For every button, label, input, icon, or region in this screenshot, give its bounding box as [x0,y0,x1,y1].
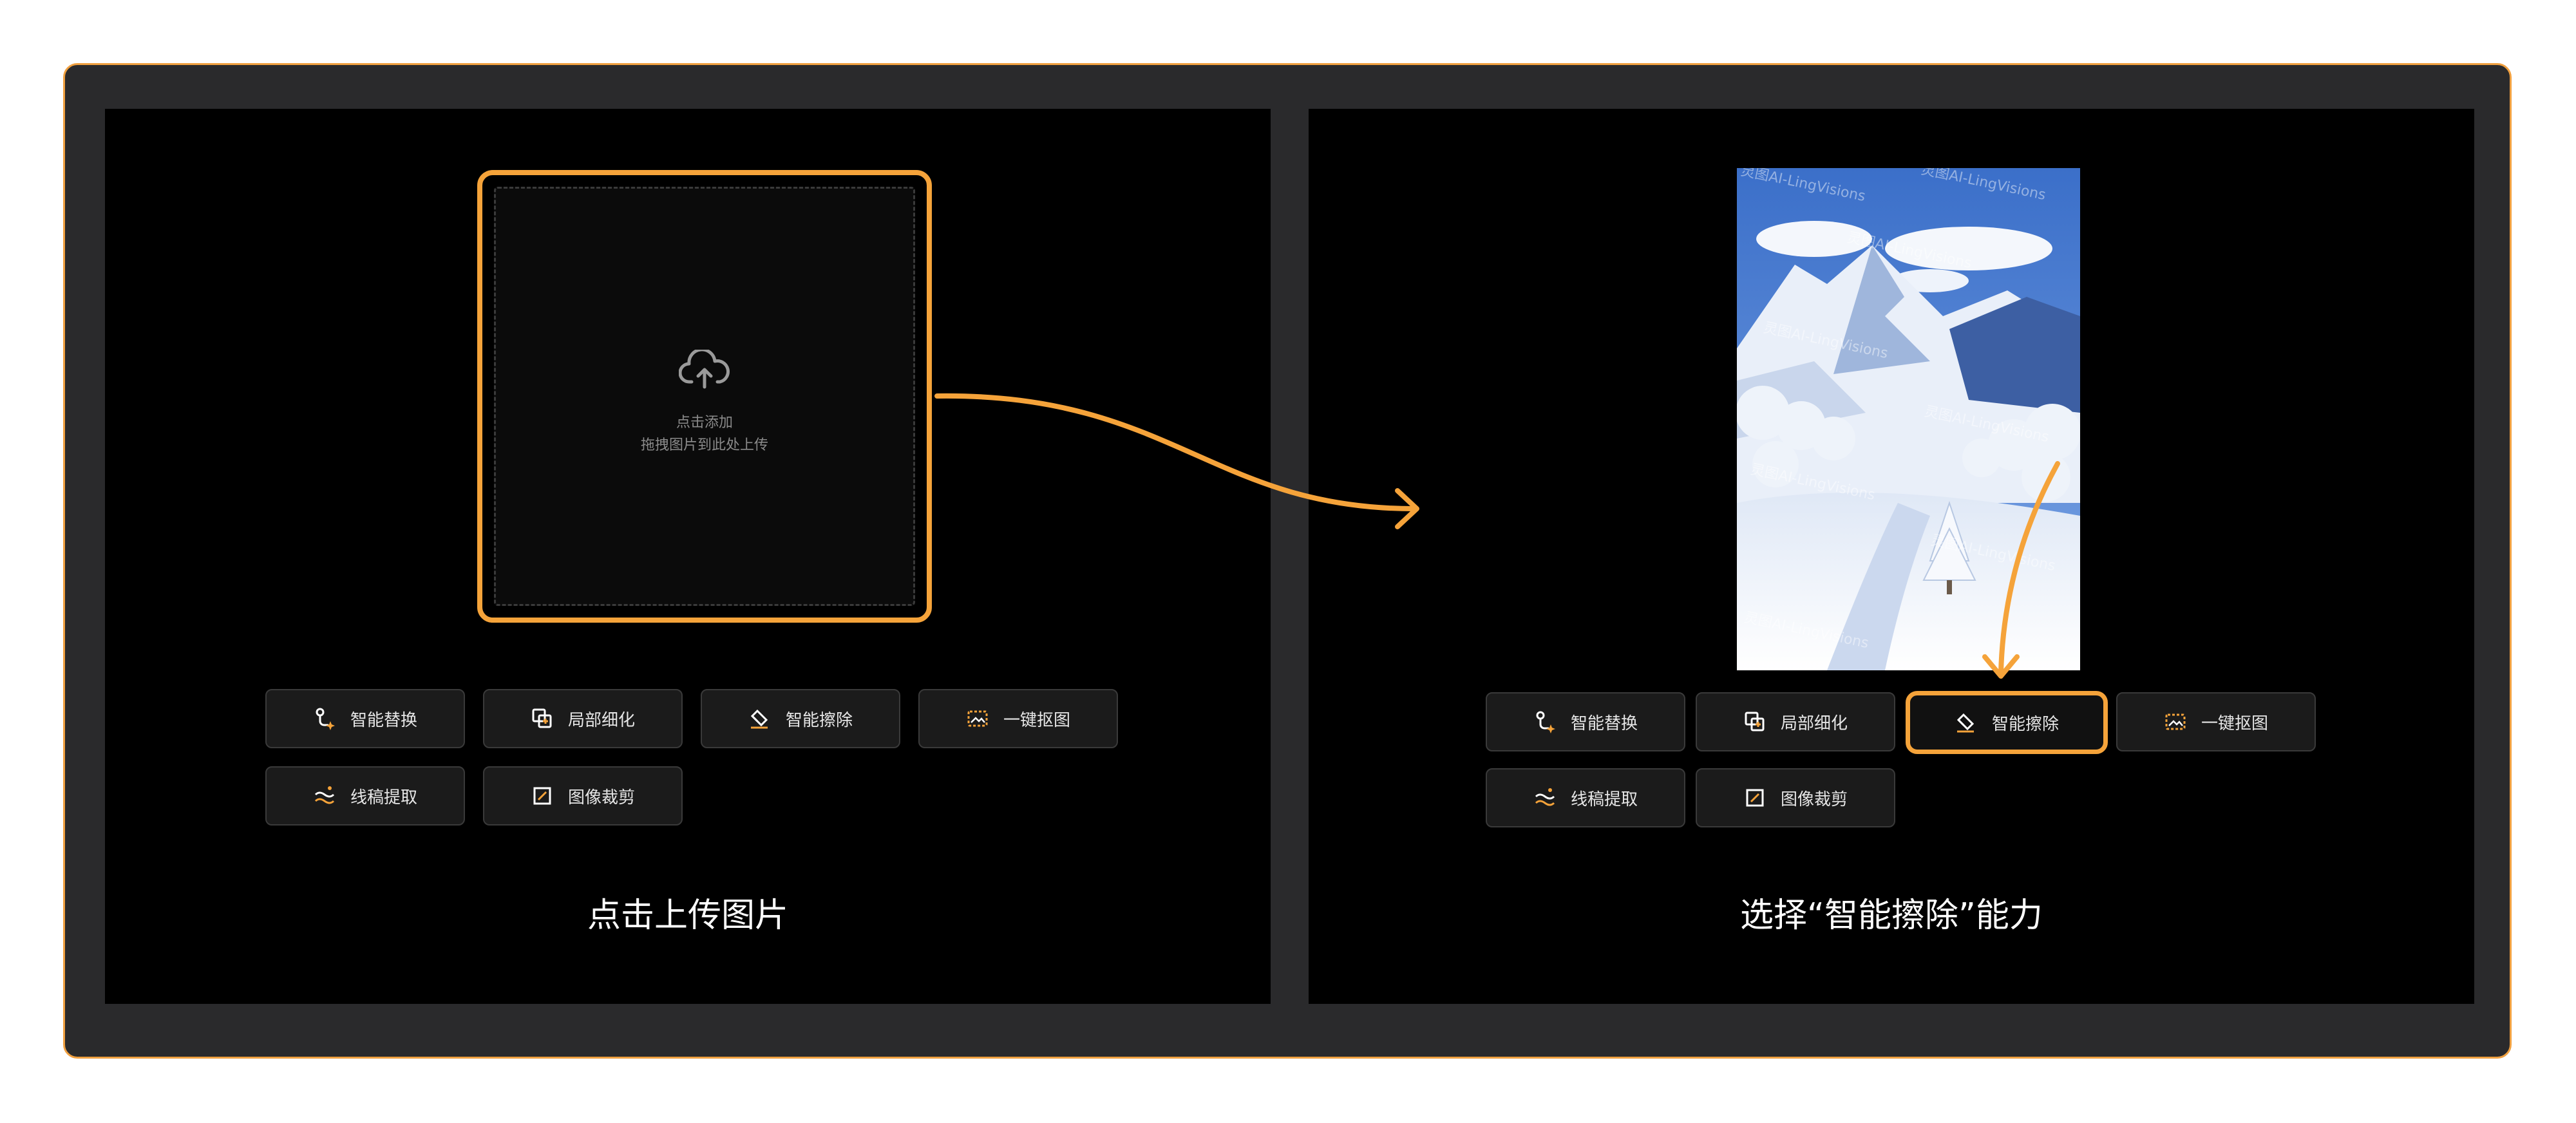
tool-label: 智能擦除 [785,710,853,730]
tool-smart-replace[interactable]: 智能替换 [265,689,465,748]
tool-label: 图像裁剪 [1780,789,1848,809]
local-refine-icon [1745,712,1765,731]
left-caption: 点击上传图片 [587,896,788,935]
tool-label: 线稿提取 [1570,789,1638,809]
tool-line-extract[interactable]: 线稿提取 [265,766,465,826]
tool-smart-replace[interactable]: 智能替换 [1486,692,1685,751]
cloud-upload-icon [679,350,730,389]
upload-dropzone[interactable]: 点击添加 拖拽图片到此处上传 [494,187,915,606]
tool-line-extract[interactable]: 线稿提取 [1486,768,1685,827]
line-extract-icon [314,786,335,804]
upload-highlight: 点击添加 拖拽图片到此处上传 [477,170,932,623]
crop-icon [533,787,551,805]
smart-replace-icon [1536,711,1555,733]
tool-label: 智能擦除 [1991,714,2059,734]
tool-label: 局部细化 [567,710,635,730]
tool-crop[interactable]: 图像裁剪 [483,766,683,826]
tool-label: 一键抠图 [1003,710,1070,730]
left-panel: 点击添加 拖拽图片到此处上传 智能替换 局部细化 智能擦除 一键抠图 线稿提取 … [105,109,1271,1004]
tool-label: 一键抠图 [2201,713,2268,733]
smart-erase-icon [750,709,768,729]
tool-label: 图像裁剪 [567,788,635,807]
upload-hint-click: 点击添加 [676,415,733,431]
tool-label: 智能替换 [350,710,417,730]
smart-replace-icon [316,708,335,730]
right-panel: 灵图AI-LingVisions 灵图AI-LingVisions 灵图AI-L… [1309,109,2474,1004]
snow-landscape-image: 灵图AI-LingVisions 灵图AI-LingVisions 灵图AI-L… [1737,168,2080,670]
tool-crop[interactable]: 图像裁剪 [1696,768,1895,827]
tool-label: 智能替换 [1570,713,1638,733]
upload-hint-drag: 拖拽图片到此处上传 [640,437,768,453]
tool-cutout[interactable]: 一键抠图 [2116,692,2316,751]
tool-local-refine[interactable]: 局部细化 [1696,692,1895,751]
crop-icon [1746,789,1764,807]
tool-smart-erase[interactable]: 智能擦除 [701,689,900,748]
cutout-icon [2165,713,2186,730]
tool-cutout[interactable]: 一键抠图 [918,689,1118,748]
tool-local-refine[interactable]: 局部细化 [483,689,683,748]
tool-smart-erase-selected[interactable]: 智能擦除 [1906,691,2108,754]
cutout-icon [967,710,988,727]
local-refine-icon [532,708,552,728]
right-caption: 选择“智能擦除”能力 [1740,896,2043,935]
tool-label: 线稿提取 [350,788,417,807]
smart-erase-icon [1956,713,1975,733]
line-extract-icon [1535,788,1555,806]
tool-label: 局部细化 [1780,713,1848,733]
